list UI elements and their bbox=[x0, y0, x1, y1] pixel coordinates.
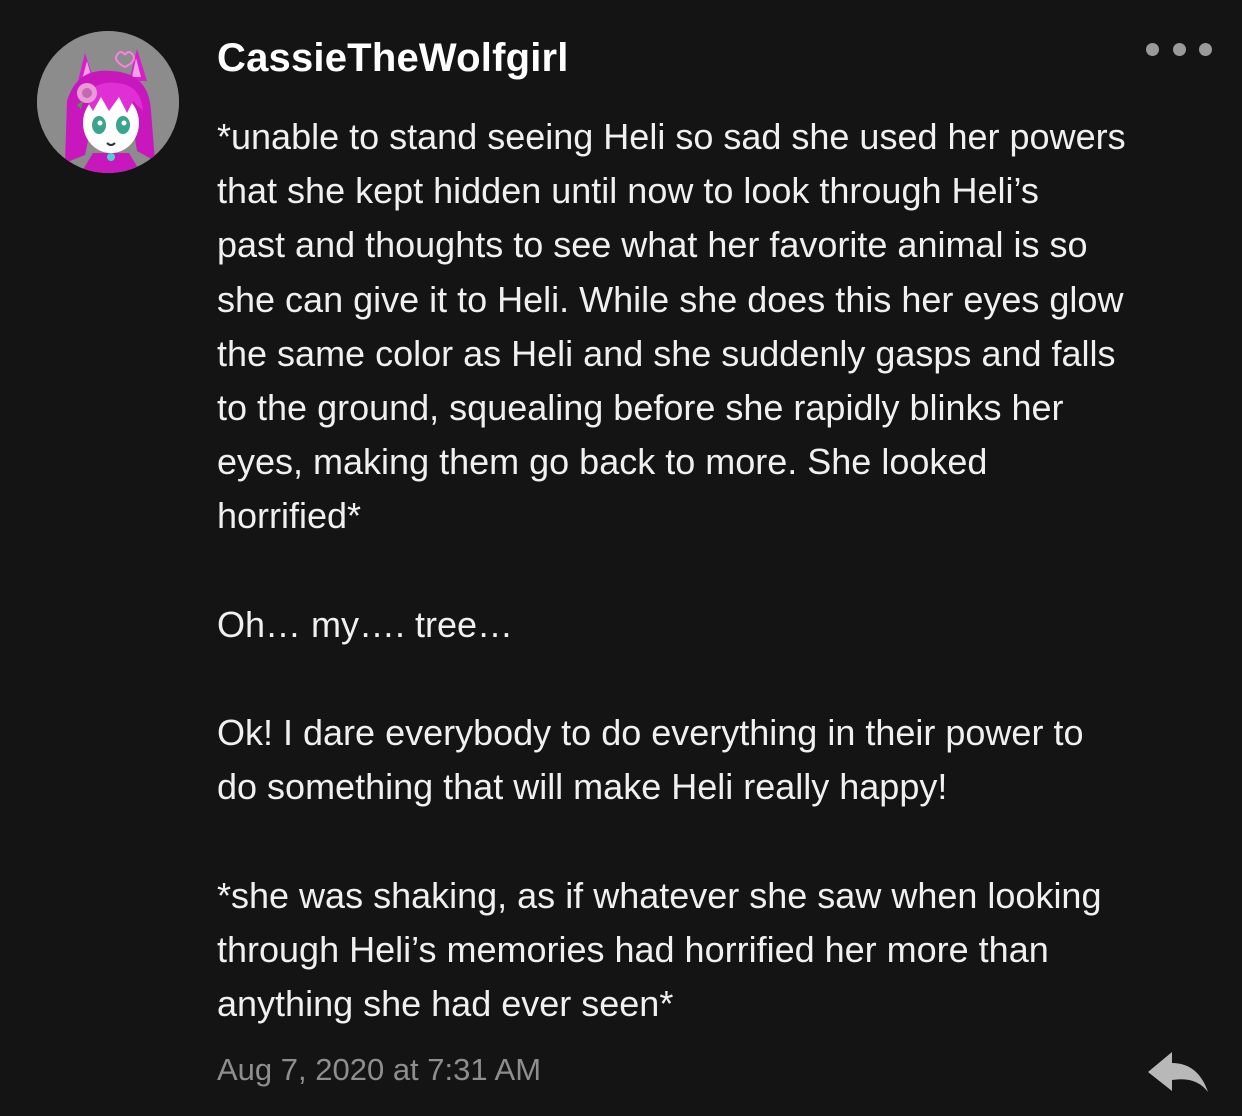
timestamp: Aug 7, 2020 at 7:31 AM bbox=[217, 1052, 542, 1087]
more-options-dot bbox=[1199, 42, 1212, 56]
more-options-dot bbox=[1172, 42, 1186, 56]
comment-body: *unable to stand seeing Heli so sad she … bbox=[217, 110, 1217, 1031]
reply-arrow-icon bbox=[1148, 1052, 1208, 1092]
avatar[interactable] bbox=[37, 31, 179, 173]
reply-button[interactable] bbox=[1146, 1046, 1212, 1100]
comment-paragraph: Oh… my…. tree… bbox=[217, 603, 514, 645]
comment-paragraph: *unable to stand seeing Heli so sad she … bbox=[217, 116, 1126, 537]
username[interactable]: CassieTheWolfgirl bbox=[217, 36, 569, 81]
wolfgirl-avatar-icon bbox=[37, 31, 179, 173]
more-options-icon bbox=[1146, 42, 1159, 56]
comment-paragraph: *she was shaking, as if whatever she saw… bbox=[217, 874, 1102, 1025]
more-options-button[interactable] bbox=[1146, 34, 1212, 64]
comment-card: CassieTheWolfgirl *unable to stand seein… bbox=[0, 0, 1242, 1116]
comment-paragraph: Ok! I dare everybody to do everything in… bbox=[217, 712, 1084, 808]
